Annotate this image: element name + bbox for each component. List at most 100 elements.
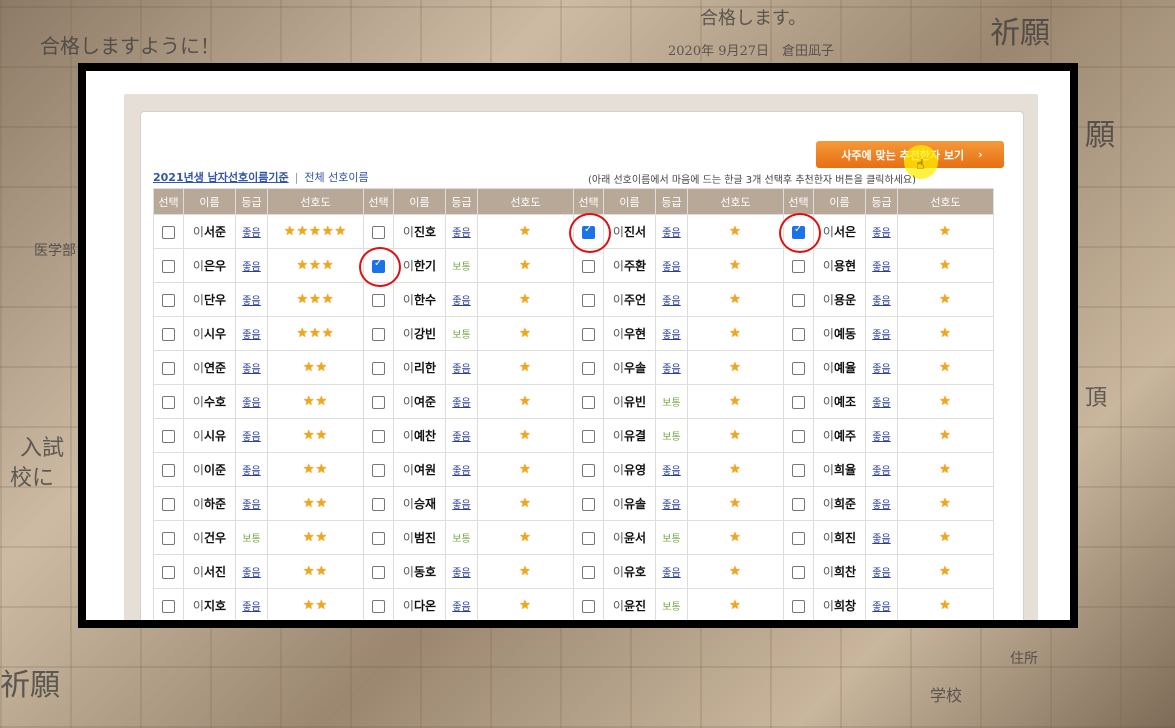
grade-link[interactable]: 좋음	[872, 534, 890, 545]
grade-link[interactable]: 좋음	[242, 466, 260, 477]
name-checkbox[interactable]	[162, 361, 175, 375]
name-checkbox[interactable]	[372, 463, 385, 477]
grade-link[interactable]: 보통	[662, 398, 680, 409]
name-checkbox[interactable]	[372, 497, 385, 511]
grade-link[interactable]: 좋음	[242, 432, 260, 443]
grade-link[interactable]: 좋음	[452, 398, 470, 409]
name-checkbox[interactable]	[582, 497, 595, 511]
grade-link[interactable]: 좋음	[242, 398, 260, 409]
tab-2021-male-names[interactable]: 2021년생 남자선호이름기준	[153, 171, 289, 184]
name-checkbox[interactable]	[792, 429, 805, 443]
grade-link[interactable]: 좋음	[872, 364, 890, 375]
grade-link[interactable]: 좋음	[872, 228, 890, 239]
name-checkbox[interactable]	[582, 531, 595, 545]
name-checkbox[interactable]	[372, 225, 385, 239]
grade-link[interactable]: 좋음	[872, 568, 890, 579]
grade-link[interactable]: 보통	[452, 534, 470, 545]
grade-link[interactable]: 좋음	[872, 602, 890, 613]
name-checkbox[interactable]	[582, 327, 595, 341]
grade-link[interactable]: 좋음	[662, 330, 680, 341]
grade-link[interactable]: 보통	[452, 262, 470, 273]
name-checkbox[interactable]	[582, 259, 595, 273]
name-checkbox[interactable]	[792, 497, 805, 511]
grade-link[interactable]: 좋음	[452, 296, 470, 307]
surname: 이	[192, 429, 204, 443]
grade-link[interactable]: 좋음	[452, 500, 470, 511]
preference-cell: ★	[687, 248, 784, 283]
tab-all-names[interactable]: 전체 선호이름	[304, 171, 368, 184]
name-checkbox[interactable]	[792, 259, 805, 273]
grade-link[interactable]: 좋음	[662, 296, 680, 307]
name-checkbox[interactable]	[372, 293, 385, 307]
name-checkbox[interactable]	[162, 429, 175, 443]
name-checkbox[interactable]	[582, 599, 595, 613]
name-checkbox[interactable]	[792, 293, 805, 307]
name-checkbox[interactable]	[162, 293, 175, 307]
given-name: 희율	[833, 463, 857, 477]
grade-link[interactable]: 보통	[662, 534, 680, 545]
grade-link[interactable]: 좋음	[662, 228, 680, 239]
name-checkbox[interactable]	[582, 565, 595, 579]
name-checkbox[interactable]	[162, 259, 175, 273]
grade-link[interactable]: 좋음	[242, 228, 260, 239]
name-checkbox[interactable]	[372, 565, 385, 579]
grade-link[interactable]: 좋음	[662, 364, 680, 375]
grade-link[interactable]: 좋음	[242, 568, 260, 579]
name-checkbox[interactable]	[792, 599, 805, 613]
grade-link[interactable]: 좋음	[452, 466, 470, 477]
name-checkbox[interactable]	[372, 361, 385, 375]
grade-link[interactable]: 보통	[242, 534, 260, 545]
name-checkbox[interactable]	[582, 395, 595, 409]
grade-link[interactable]: 좋음	[872, 432, 890, 443]
grade-link[interactable]: 좋음	[872, 500, 890, 511]
name-checkbox[interactable]	[792, 463, 805, 477]
grade-link[interactable]: 좋음	[452, 432, 470, 443]
grade-link[interactable]: 좋음	[242, 330, 260, 341]
grade-link[interactable]: 보통	[662, 432, 680, 443]
name-checkbox[interactable]	[582, 361, 595, 375]
name-checkbox[interactable]	[792, 565, 805, 579]
grade-link[interactable]: 좋음	[872, 466, 890, 477]
grade-link[interactable]: 좋음	[242, 296, 260, 307]
grade-link[interactable]: 보통	[452, 330, 470, 341]
grade-link[interactable]: 좋음	[242, 364, 260, 375]
grade-link[interactable]: 좋음	[452, 364, 470, 375]
grade-link[interactable]: 좋음	[452, 568, 470, 579]
name-checkbox[interactable]	[162, 225, 175, 239]
grade-link[interactable]: 좋음	[452, 602, 470, 613]
name-checkbox[interactable]	[582, 463, 595, 477]
grade-link[interactable]: 좋음	[242, 500, 260, 511]
grade-link[interactable]: 좋음	[872, 262, 890, 273]
name-checkbox[interactable]	[372, 395, 385, 409]
name-checkbox[interactable]	[162, 327, 175, 341]
name-checkbox[interactable]	[372, 599, 385, 613]
grade-link[interactable]: 좋음	[662, 568, 680, 579]
name-checkbox[interactable]	[792, 361, 805, 375]
grade-link[interactable]: 좋음	[872, 330, 890, 341]
grade-link[interactable]: 좋음	[872, 296, 890, 307]
name-checkbox[interactable]	[372, 429, 385, 443]
grade-link[interactable]: 좋음	[242, 602, 260, 613]
name-checkbox[interactable]	[162, 531, 175, 545]
grade-link[interactable]: 좋음	[452, 228, 470, 239]
name-checkbox[interactable]	[582, 429, 595, 443]
name-checkbox[interactable]	[162, 599, 175, 613]
name-checkbox[interactable]	[162, 497, 175, 511]
grade-link[interactable]: 좋음	[242, 262, 260, 273]
name-checkbox[interactable]	[792, 395, 805, 409]
name-checkbox[interactable]	[372, 327, 385, 341]
name-checkbox[interactable]	[162, 565, 175, 579]
name-checkbox[interactable]	[162, 395, 175, 409]
grade-link[interactable]: 좋음	[872, 398, 890, 409]
grade-link[interactable]: 좋음	[662, 500, 680, 511]
name-checkbox[interactable]	[372, 531, 385, 545]
name-checkbox[interactable]	[792, 327, 805, 341]
name-checkbox[interactable]	[792, 531, 805, 545]
name-checkbox[interactable]	[582, 293, 595, 307]
select-cell	[153, 248, 184, 283]
grade-link[interactable]: 보통	[662, 602, 680, 613]
grade-link[interactable]: 좋음	[662, 262, 680, 273]
name-checkbox[interactable]	[162, 463, 175, 477]
grade-link[interactable]: 좋음	[662, 466, 680, 477]
given-name: 다온	[413, 599, 437, 613]
